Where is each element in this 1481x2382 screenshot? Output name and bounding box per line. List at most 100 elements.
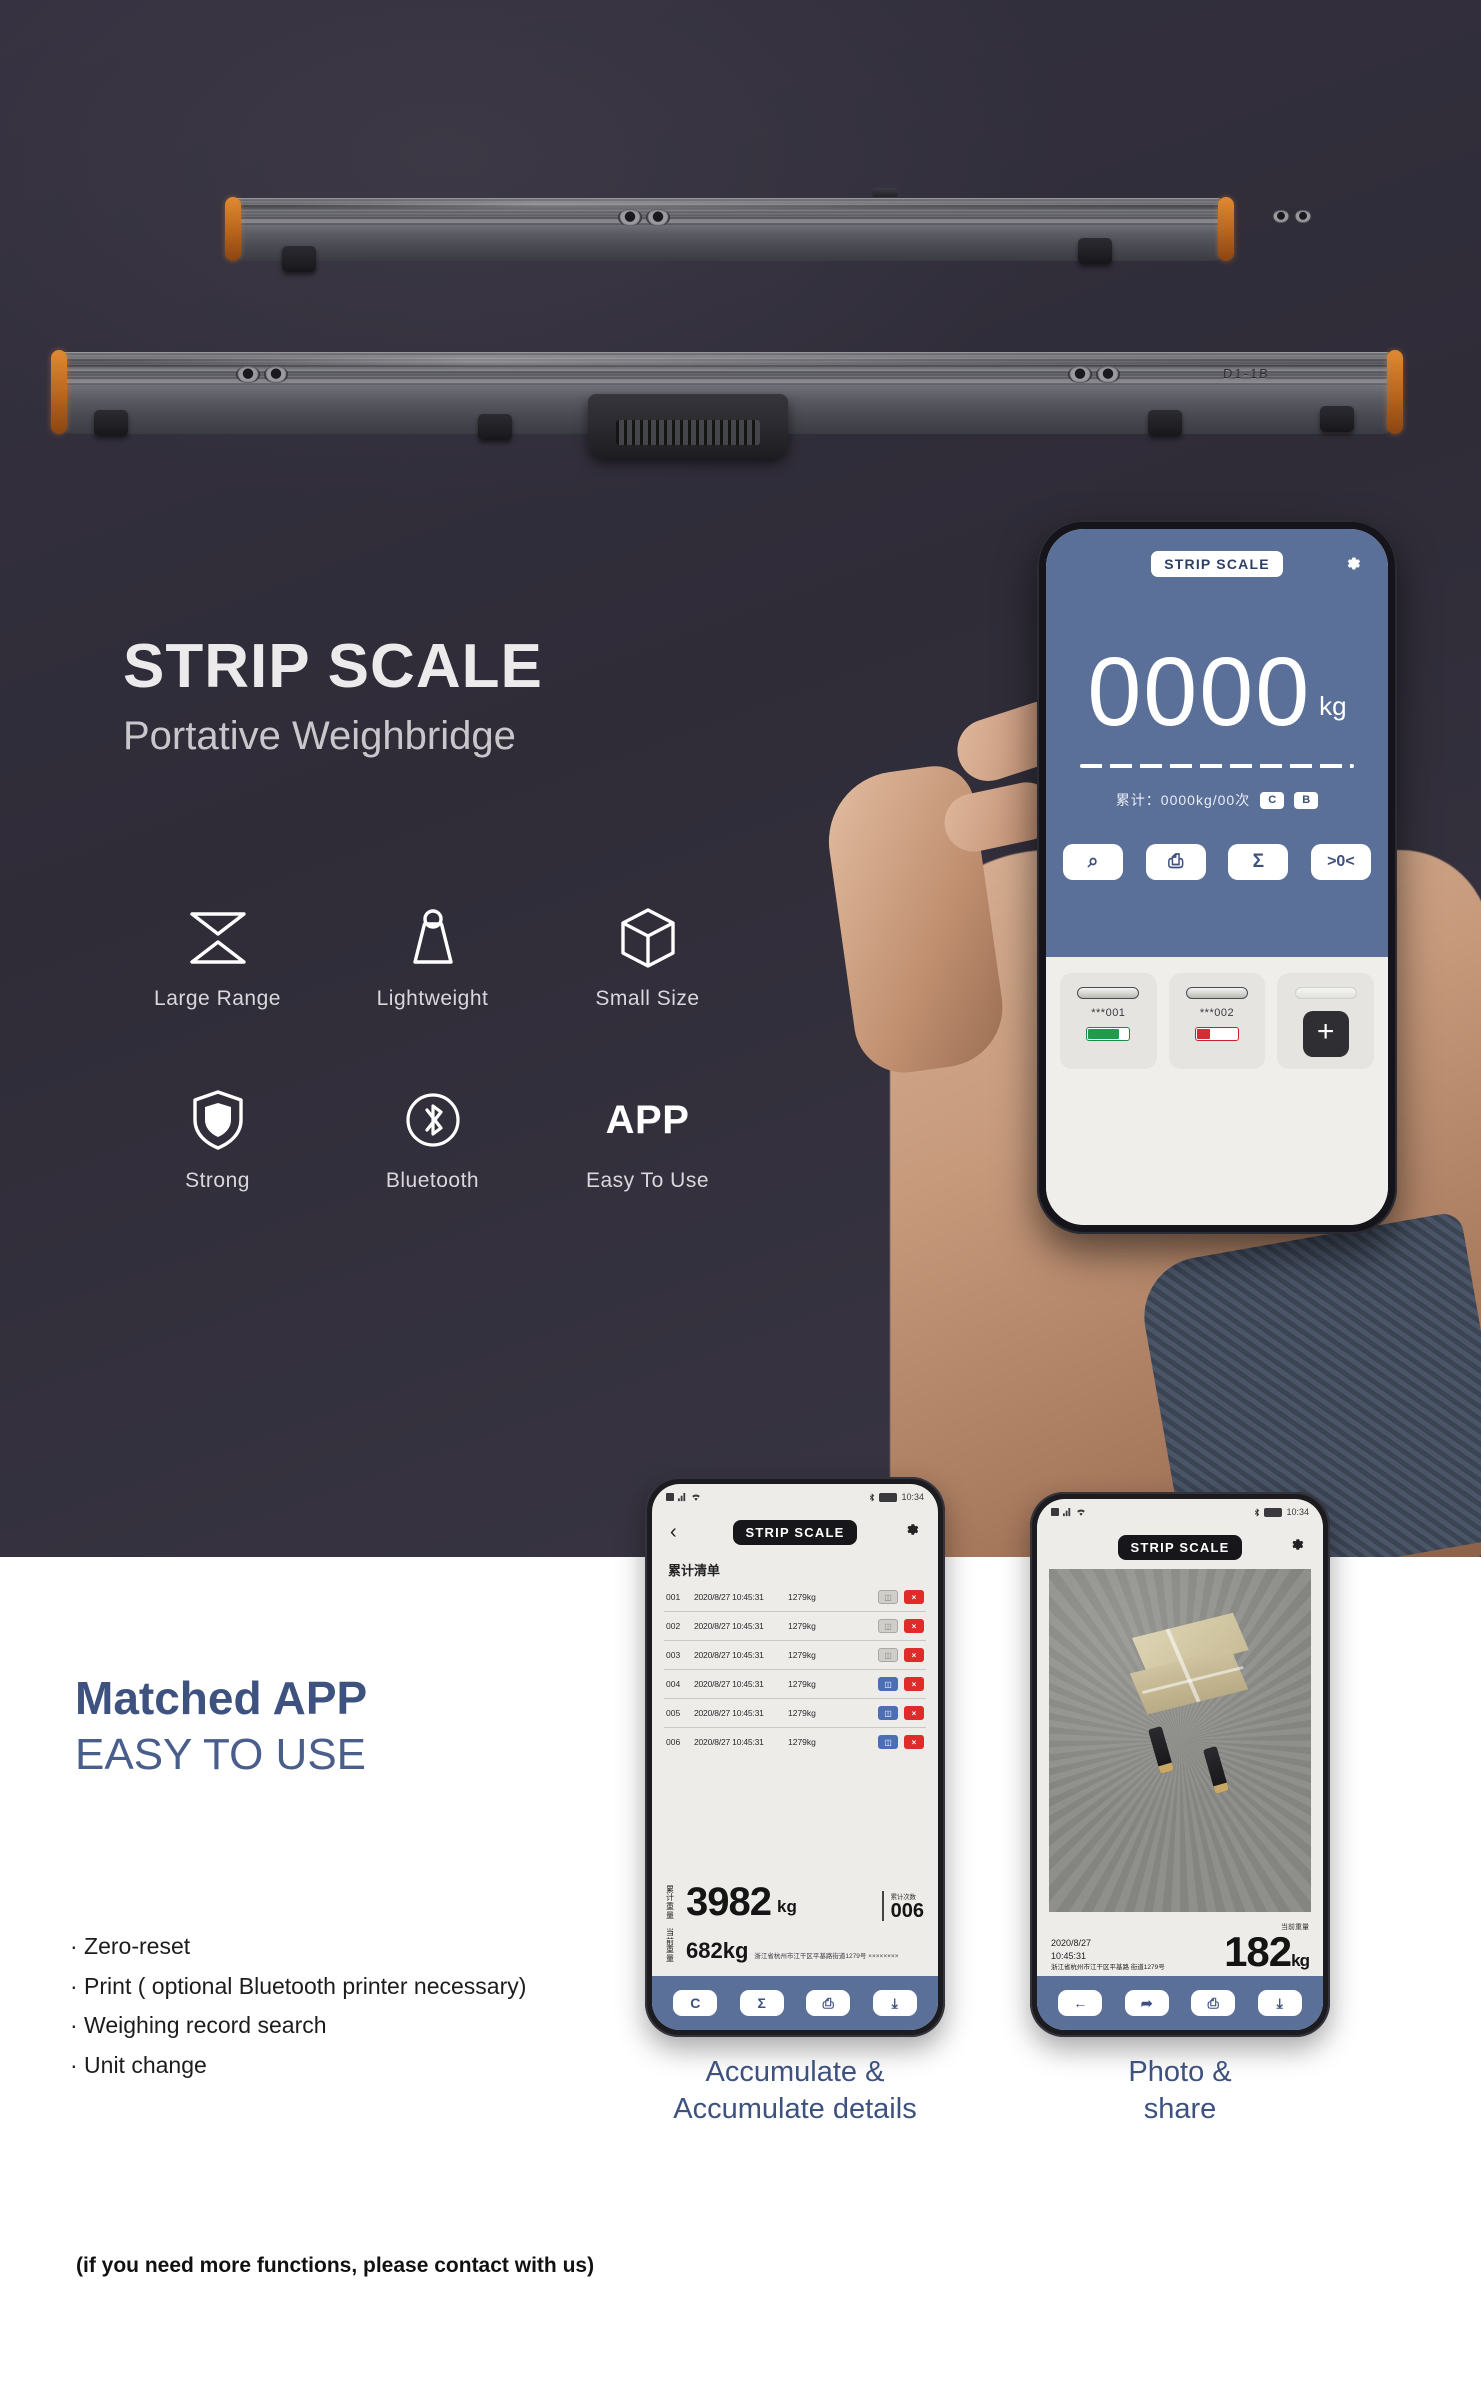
photo-button[interactable]: ⌕	[1063, 844, 1124, 881]
add-device-card[interactable]: +	[1277, 973, 1375, 1069]
add-device-button[interactable]: +	[1302, 1011, 1349, 1057]
bluetooth-status-icon	[1255, 1507, 1260, 1517]
photo-icon[interactable]: ◫	[878, 1735, 898, 1749]
weight-icon	[405, 905, 461, 971]
single-weight-label: 当前 重量	[666, 1927, 674, 1964]
row-datetime: 2020/8/27 10:45:31	[694, 1679, 764, 1689]
feature-label: Bluetooth	[385, 1169, 480, 1192]
list-item: · Print ( optional Bluetooth printer nec…	[70, 1972, 527, 1999]
clear-mini-button[interactable]: C	[1260, 791, 1285, 809]
row-datetime: 2020/8/27 10:45:31	[694, 1621, 764, 1631]
hero-section: D1-1B STRIP SCALE Portative Weighbridge …	[0, 0, 1481, 1557]
back-button[interactable]: ←	[1058, 1990, 1103, 2016]
app-icon	[666, 1493, 674, 1501]
row-weight: 1279kg	[788, 1592, 816, 1602]
device-card[interactable]: ***002	[1168, 973, 1266, 1069]
save-button[interactable]: ⤓	[872, 1990, 917, 2016]
zero-button[interactable]: >0<	[1310, 844, 1371, 881]
record-list[interactable]: 001 2020/8/27 10:45:31 1279kg ◫ × 002 20…	[652, 1583, 938, 1873]
device-card[interactable]: ***001	[1060, 973, 1157, 1069]
device-list: ***001 ***002 +	[1046, 957, 1388, 1225]
row-index: 005	[666, 1708, 681, 1718]
product-bar-lower: D1-1B	[51, 350, 1403, 458]
list-item: · Weighing record search	[70, 2012, 327, 2039]
page-subtitle: Portative Weighbridge	[123, 714, 516, 758]
back-button[interactable]: ‹	[670, 1521, 677, 1544]
caption-photo-share: Photo & share	[1128, 2056, 1232, 2126]
table-row[interactable]: 004 2020/8/27 10:45:31 1279kg ◫ ×	[664, 1670, 926, 1699]
feature-easy-to-use: APP Easy To Use	[540, 1087, 755, 1193]
action-button-row: ⌕ ⎙ Σ >0<	[1063, 844, 1371, 881]
list-title: 累计清单	[668, 1563, 721, 1578]
table-row[interactable]: 001 2020/8/27 10:45:31 1279kg ◫ ×	[664, 1583, 926, 1612]
cube-icon	[619, 905, 677, 971]
battery-icon	[1264, 1507, 1283, 1517]
gear-icon[interactable]	[1345, 555, 1362, 577]
photo-date: 2020/8/27	[1051, 1937, 1092, 1948]
delete-button[interactable]: ×	[904, 1735, 924, 1749]
delete-button[interactable]: ×	[904, 1619, 924, 1633]
print-button[interactable]: ⎙	[1191, 1990, 1236, 2016]
row-datetime: 2020/8/27 10:45:31	[694, 1708, 764, 1718]
photo-icon[interactable]: ◫	[878, 1677, 898, 1691]
nav-bar: STRIP SCALE	[1037, 1525, 1323, 1569]
app-brand-badge: STRIP SCALE	[732, 1519, 858, 1545]
list-item: · Unit change	[70, 2051, 207, 2078]
photo-preview[interactable]	[1049, 1569, 1311, 1913]
feature-strong: Strong	[110, 1087, 325, 1193]
print-button[interactable]: ⎙	[1145, 844, 1206, 881]
delete-button[interactable]: ×	[904, 1706, 924, 1720]
photo-metadata: 2020/8/27 10:45:31 浙江省杭州市江干区平基路 街道1279号 …	[1037, 1912, 1323, 1976]
accumulate-button[interactable]: Σ	[1228, 844, 1289, 881]
print-button[interactable]: ⎙	[806, 1990, 851, 2016]
gear-icon[interactable]	[905, 1522, 920, 1542]
app-brand-badge: STRIP SCALE	[1151, 551, 1283, 577]
count-value: 006	[890, 1899, 924, 1922]
table-row[interactable]: 005 2020/8/27 10:45:31 1279kg ◫ ×	[664, 1699, 926, 1728]
weight-unit: kg	[1319, 691, 1347, 722]
delete-button[interactable]: ×	[904, 1590, 924, 1604]
share-button[interactable]: ➦	[1124, 1990, 1169, 2016]
section-heading: Matched APP	[75, 1672, 368, 1724]
feature-bluetooth: Bluetooth	[325, 1087, 540, 1193]
weight-display: 0000 kg	[1087, 643, 1347, 740]
delete-button[interactable]: ×	[904, 1648, 924, 1662]
battery-mini-button[interactable]: B	[1294, 791, 1319, 809]
weight-unit: kg	[1291, 1951, 1310, 1971]
accumulate-button[interactable]: Σ	[739, 1990, 784, 2016]
photo-time: 10:45:31	[1051, 1951, 1087, 1962]
row-index: 006	[666, 1737, 681, 1747]
app-icon	[1051, 1508, 1059, 1516]
save-button[interactable]: ⤓	[1257, 1990, 1302, 2016]
photo-icon[interactable]: ◫	[878, 1619, 898, 1633]
photo-icon[interactable]: ◫	[878, 1706, 898, 1720]
status-bar: 10:34	[652, 1484, 938, 1510]
row-weight: 1279kg	[788, 1708, 816, 1718]
hand-holding-phone: STRIP SCALE 0000 kg 累计：0000kg/00次 C B ⌕ …	[819, 520, 1481, 1557]
feature-label: Strong	[185, 1169, 250, 1192]
gear-icon[interactable]	[1290, 1537, 1305, 1557]
photo-icon[interactable]: ◫	[878, 1648, 898, 1662]
wifi-icon	[1077, 1509, 1085, 1516]
wifi-icon	[692, 1494, 700, 1501]
footnote: (if you need more functions, please cont…	[76, 2254, 595, 2277]
table-row[interactable]: 002 2020/8/27 10:45:31 1279kg ◫ ×	[664, 1612, 926, 1641]
delete-button[interactable]: ×	[904, 1677, 924, 1691]
photo-icon[interactable]: ◫	[878, 1590, 898, 1604]
lower-section: Matched APP EASY TO USE · Zero-reset · P…	[0, 1477, 1481, 2382]
battery-indicator	[1195, 1027, 1239, 1041]
table-row[interactable]: 006 2020/8/27 10:45:31 1279kg ◫ ×	[664, 1728, 926, 1756]
device-id: ***001	[1091, 1007, 1126, 1019]
feature-label: Lightweight	[376, 987, 489, 1010]
row-index: 004	[666, 1679, 681, 1689]
feature-label: Easy To Use	[586, 1169, 709, 1192]
page-title: STRIP SCALE	[123, 632, 543, 701]
feature-small-size: Small Size	[540, 905, 755, 1011]
feature-bullet-list: · Zero-reset · Print ( optional Bluetoot…	[70, 1927, 526, 2085]
product-marking: D1-1B	[1222, 365, 1271, 381]
total-weight-unit: kg	[776, 1896, 797, 1916]
accumulate-summary: 累计：0000kg/00次 C B	[1080, 790, 1354, 810]
table-row[interactable]: 003 2020/8/27 10:45:31 1279kg ◫ ×	[664, 1641, 926, 1670]
clear-button[interactable]: C	[673, 1990, 718, 2016]
range-hourglass-icon	[187, 905, 249, 971]
